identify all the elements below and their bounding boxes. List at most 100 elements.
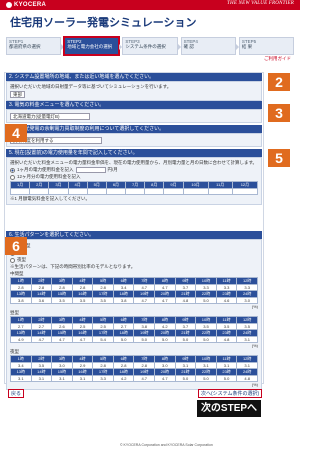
pattern-table: 1時 2時 3時 4時 5時 6時 7時 8時 9時 10時 11時 12時 2.8 2.8 2.8 2.8 2… bbox=[10, 277, 258, 304]
hour-header: 3時 bbox=[51, 277, 73, 285]
month-input[interactable] bbox=[105, 188, 127, 195]
table-row: 3.8 3.6 3.5 3.5 3.5 3.8 4.7 4.7 4.8 5.0 4.6 3.0 bbox=[10, 297, 258, 304]
month-header: 12月 bbox=[231, 181, 259, 189]
month-input[interactable] bbox=[163, 188, 184, 195]
ratio-cell: 3.8 bbox=[10, 297, 32, 304]
month-input[interactable] bbox=[29, 188, 50, 195]
ratio-cell: 3.5 bbox=[51, 297, 73, 304]
hour-header: 12時 bbox=[236, 277, 258, 285]
month-input[interactable] bbox=[207, 188, 233, 195]
usage-guide-link[interactable]: ご利用ガイド bbox=[264, 56, 291, 62]
section-body: 選択いただいた地域の日射量データ等に基づいてシミュレーションを行います。 東部 bbox=[6, 81, 262, 101]
ratio-cell: 3.1 bbox=[236, 336, 258, 343]
option-label: 1ヶ月の電力使用料金を記入 bbox=[17, 167, 74, 172]
month-header: 6月 bbox=[105, 181, 127, 189]
monthly-table: 1月 2月 3月 4月 5月 6月 7月 8月 9月 10月 11月 12月 bbox=[9, 181, 259, 195]
pattern-table: 1時 2時 3時 4時 5時 6時 7時 8時 9時 10時 11時 12時 3.4 3.5 3.0 2.9 2… bbox=[10, 355, 258, 382]
month-header: 2月 bbox=[29, 181, 50, 189]
ratio-cell: 4.6 bbox=[215, 297, 238, 304]
next-link[interactable]: 次へ(システム条件の選択) bbox=[198, 389, 263, 398]
month-header: 9月 bbox=[163, 181, 184, 189]
pattern-note: ※生活パターンは、下記の時間帯別比率のモデルとなります。 bbox=[10, 264, 136, 269]
radio-selected-icon bbox=[10, 167, 15, 173]
hour-header: 11時 bbox=[215, 316, 238, 324]
step-label: システム条件の選択 bbox=[125, 44, 166, 49]
table-header-row: 1月 2月 3月 4月 5月 6月 7月 8月 9月 10月 11月 12月 bbox=[9, 181, 259, 189]
usage-note: ※1 月額電気料金を記入してください。 bbox=[10, 196, 90, 201]
ratio-cell: 5.0 bbox=[195, 375, 217, 382]
hour-header: 12時 bbox=[236, 355, 258, 363]
ratio-cell: 4.8 bbox=[215, 336, 238, 343]
ratio-cell: 4.7 bbox=[30, 336, 53, 343]
callout-badge-6: 6 bbox=[5, 237, 27, 255]
hour-header: 22時 bbox=[195, 368, 217, 376]
hour-header: 22時 bbox=[195, 290, 217, 298]
month-input[interactable] bbox=[144, 188, 165, 195]
hour-header: 14時 bbox=[30, 368, 53, 376]
hour-header: 18時 bbox=[112, 329, 135, 337]
back-button[interactable]: 戻る bbox=[8, 389, 25, 398]
pattern-option-night[interactable]: 夜型 bbox=[10, 257, 258, 263]
ratio-cell: 4.7 bbox=[71, 336, 94, 343]
pattern-option-day[interactable]: 昼型 bbox=[10, 250, 258, 256]
ratio-cell: 4.7 bbox=[133, 297, 156, 304]
section-tariff: 3. 電気の料金メニューを選んでください。 北海道電力(従量電灯B) bbox=[6, 101, 262, 123]
hour-header: 5時 bbox=[92, 277, 114, 285]
ratio-cell: 4.9 bbox=[10, 336, 32, 343]
hour-header: 23時 bbox=[215, 290, 238, 298]
pattern-option-middle[interactable]: 中間型 bbox=[10, 243, 258, 249]
hour-header: 20時 bbox=[154, 329, 176, 337]
ratio-cell: 4.7 bbox=[133, 375, 156, 382]
page-title: 住宅用ソーラー発電シミュレーション bbox=[10, 17, 197, 29]
month-input[interactable] bbox=[231, 188, 259, 195]
month-input[interactable] bbox=[86, 188, 107, 195]
brand-name: KYOCERA bbox=[14, 2, 47, 8]
hour-header: 16時 bbox=[71, 329, 94, 337]
section-description: 選択いただいた料金メニューの電力量料金単価を、現在の電力使用量から、月別電力量と… bbox=[10, 160, 258, 165]
hour-header: 11時 bbox=[215, 355, 238, 363]
hour-header: 1時 bbox=[10, 355, 32, 363]
section-description: 選択いただいた地域の日射量データ等に基づいてシミュレーションを行います。 bbox=[10, 84, 172, 89]
ratio-cell: 5.0 bbox=[154, 336, 176, 343]
month-input[interactable] bbox=[125, 188, 146, 195]
monthly-amount-input[interactable] bbox=[75, 167, 106, 173]
hour-header: 10時 bbox=[195, 355, 217, 363]
radio-icon bbox=[10, 174, 15, 180]
ratio-cell: 5.0 bbox=[215, 375, 238, 382]
month-input[interactable] bbox=[48, 188, 69, 195]
table-row bbox=[9, 188, 259, 195]
month-header: 1月 bbox=[9, 181, 31, 189]
step-label: 地域と電力会社の選択 bbox=[67, 44, 113, 49]
monthly-option[interactable]: 1ヶ月の電力使用料金を記入 円/月 bbox=[10, 167, 258, 173]
next-step-button[interactable]: 次のSTEPへ bbox=[197, 400, 261, 417]
table-row: 4.9 4.7 4.7 4.7 5.4 5.0 5.0 5.0 5.0 5.0 4.8 3.1 bbox=[10, 336, 258, 343]
step-1[interactable]: STEP1 都道府県の選択 bbox=[6, 37, 65, 55]
section-body: 中間型 昼型 夜型 ※生活パターンは、下記の時間帯別比率のモデルとなります。 中… bbox=[6, 239, 262, 390]
region-select[interactable]: 東部 bbox=[10, 91, 25, 98]
tagline: THE NEW VALUE FRONTIER bbox=[227, 1, 294, 6]
hour-header: 24時 bbox=[236, 368, 258, 376]
hour-header: 18時 bbox=[112, 368, 135, 376]
hour-header: 22時 bbox=[195, 329, 217, 337]
hour-header: 19時 bbox=[133, 368, 156, 376]
hour-header: 17時 bbox=[92, 368, 114, 376]
hour-header: 18時 bbox=[112, 290, 135, 298]
yearly-option[interactable]: 12ヶ月分の電力使用料金を記入 bbox=[10, 174, 258, 180]
step-label: 確 認 bbox=[183, 44, 194, 49]
hour-header: 5時 bbox=[92, 316, 114, 324]
kyocera-logo[interactable]: KYOCERA bbox=[6, 1, 46, 9]
table-row: 3.1 3.1 3.1 3.1 3.3 4.2 4.7 4.7 5.0 5.0 5.0 4.8 bbox=[10, 375, 258, 382]
hour-header: 9時 bbox=[174, 355, 197, 363]
tariff-select[interactable]: 北海道電力(従量電灯B) bbox=[10, 113, 90, 120]
month-input[interactable] bbox=[67, 188, 88, 195]
month-input[interactable] bbox=[182, 188, 209, 195]
hour-header: 10時 bbox=[195, 277, 217, 285]
ratio-cell: 3.1 bbox=[30, 375, 53, 382]
step-2: STEP2 地域と電力会社の選択 bbox=[63, 36, 123, 56]
table-row: 13時 14時 15時 16時 17時 18時 19時 20時 21時 22時 23時 24時 bbox=[10, 329, 258, 337]
ratio-cell: 3.8 bbox=[112, 297, 135, 304]
section-heading: 5. 現在(設置前)の電力使用量を年間で記入してください。 bbox=[6, 149, 262, 157]
month-header: 7月 bbox=[125, 181, 146, 189]
month-input[interactable] bbox=[9, 188, 31, 195]
hour-header: 15時 bbox=[51, 368, 73, 376]
